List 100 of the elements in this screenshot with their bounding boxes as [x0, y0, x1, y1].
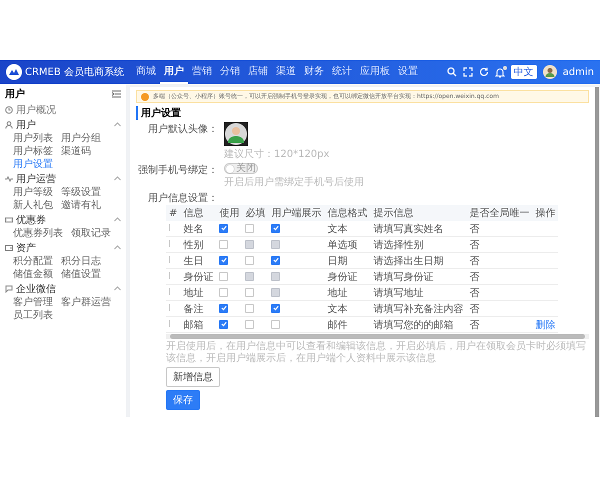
field-label: 强制手机号绑定：: [137, 164, 218, 178]
menu-item[interactable]: 客户群运营: [61, 295, 111, 308]
checkbox[interactable]: [219, 288, 228, 297]
checkbox[interactable]: [219, 272, 228, 281]
info-icon: [141, 92, 149, 100]
menu-item[interactable]: 等级设置: [61, 185, 101, 198]
nav-tab[interactable]: 用户: [160, 60, 188, 84]
language-tag[interactable]: 中文: [510, 65, 537, 79]
menu-item[interactable]: 领取记录: [71, 226, 111, 239]
checkbox[interactable]: [245, 256, 254, 265]
nav-tab[interactable]: 商城: [132, 60, 160, 84]
table-cell: 日期: [327, 256, 348, 266]
menu-group[interactable]: 企业微信: [5, 282, 121, 295]
menu-item[interactable]: 用户设置: [13, 157, 53, 170]
drag-handle-icon[interactable]: [169, 256, 171, 263]
hint-text: 开启后用户需绑定手机号后使用: [224, 176, 364, 189]
sidebar-title: 用户: [5, 87, 25, 101]
add-info-button[interactable]: 新增信息: [166, 367, 220, 387]
menu-group[interactable]: 用户: [5, 118, 121, 131]
checkbox[interactable]: [271, 256, 280, 265]
collapse-icon[interactable]: [112, 90, 121, 98]
search-icon[interactable]: [446, 67, 457, 77]
avatar-icon[interactable]: [224, 122, 248, 146]
column-header: 信息格式: [327, 208, 368, 219]
menu-item[interactable]: 用户等级: [13, 185, 53, 198]
table-cell: 请选择性别: [373, 240, 424, 250]
pulse-icon: [5, 174, 13, 182]
nav-tab[interactable]: 分销: [216, 60, 244, 84]
nav-tab[interactable]: 财务: [300, 60, 328, 84]
drag-handle-icon[interactable]: [169, 320, 171, 327]
checkbox[interactable]: [219, 240, 228, 249]
checkbox[interactable]: [271, 320, 280, 329]
checkbox[interactable]: [219, 224, 228, 233]
checkbox[interactable]: [219, 304, 228, 313]
caret-icon: [114, 176, 121, 181]
field-label: 用户默认头像：: [147, 122, 218, 137]
bell-icon[interactable]: [494, 66, 505, 78]
table-cell: 邮件: [327, 320, 348, 330]
menu-group[interactable]: 优惠券: [5, 213, 121, 226]
column-header: 是否全局唯一: [469, 208, 530, 219]
nav-tab[interactable]: 渠道: [272, 60, 300, 84]
column-header: 信息: [183, 208, 204, 219]
menu-group[interactable]: 用户运营: [5, 172, 121, 185]
drag-handle-icon[interactable]: [169, 272, 171, 279]
checkbox[interactable]: [245, 224, 254, 233]
hint-text: 开启使用后，在用户信息中可以查看和编辑该信息，开启必填后，用户在领取会员卡时必须填写该信息，开启用户端展示后，在用户端个人资料中展示该信息: [166, 341, 587, 364]
checkbox[interactable]: [219, 320, 228, 329]
menu-item[interactable]: 渠道码: [61, 144, 101, 157]
column-header: #: [169, 208, 178, 218]
checkbox[interactable]: [245, 320, 254, 329]
person-icon: [5, 120, 13, 128]
table-cell: 否: [469, 256, 480, 266]
menu-item[interactable]: 用户分组: [61, 131, 101, 144]
nav-tab[interactable]: 统计: [328, 60, 356, 84]
save-button[interactable]: 保存: [166, 390, 200, 410]
menu-item[interactable]: 优惠券列表: [13, 226, 63, 239]
table-cell: 地址: [327, 288, 348, 298]
table-cell: 姓名: [183, 224, 204, 234]
table-cell: 请填写身份证: [373, 272, 434, 282]
drag-handle-icon[interactable]: [169, 240, 171, 247]
nav-tab[interactable]: 营销: [188, 60, 216, 84]
checkbox[interactable]: [271, 304, 280, 313]
table-cell: 请填写补充备注内容: [373, 304, 464, 314]
checkbox[interactable]: [245, 304, 254, 313]
section-title: 用户设置: [136, 106, 589, 120]
menu-group[interactable]: 用户概况: [5, 103, 121, 116]
menu-item[interactable]: 积分日志: [61, 254, 101, 267]
drag-handle-icon[interactable]: [169, 288, 171, 295]
horizontal-scrollbar[interactable]: [166, 334, 589, 339]
menu-group[interactable]: 资产: [5, 241, 121, 254]
menu-item[interactable]: 用户列表: [13, 131, 53, 144]
table-cell: 否: [469, 240, 480, 250]
table-cell: 邮箱: [183, 320, 204, 330]
checkbox[interactable]: [271, 224, 280, 233]
vertical-scrollbar[interactable]: [595, 87, 600, 417]
caret-icon: [114, 217, 121, 222]
menu-item[interactable]: 储值设置: [61, 267, 101, 280]
column-header: 使用: [219, 208, 240, 219]
fullscreen-icon[interactable]: [462, 67, 473, 77]
menu-item[interactable]: 员工列表: [13, 308, 53, 321]
menu-item[interactable]: 新人礼包: [13, 198, 53, 211]
nav-tab[interactable]: 店铺: [244, 60, 272, 84]
nav-tab[interactable]: 设置: [394, 60, 422, 84]
username[interactable]: admin: [562, 66, 594, 78]
caret-icon: [114, 286, 121, 291]
menu-item[interactable]: 用户标签: [13, 144, 53, 157]
caret-icon: [114, 122, 121, 127]
checkbox[interactable]: [245, 288, 254, 297]
hint-text: 建议尺寸：120*120px: [224, 148, 330, 161]
menu-item[interactable]: 积分配置: [13, 254, 53, 267]
table-cell: 身份证: [183, 272, 214, 282]
checkbox[interactable]: [219, 256, 228, 265]
delete-link[interactable]: 删除: [535, 318, 556, 332]
drag-handle-icon[interactable]: [169, 304, 171, 311]
menu-item[interactable]: 邀请有礼: [61, 198, 101, 211]
menu-item[interactable]: 储值金额: [13, 267, 53, 280]
menu-item[interactable]: 客户管理: [13, 295, 53, 308]
drag-handle-icon[interactable]: [169, 224, 171, 231]
refresh-icon[interactable]: [478, 67, 489, 77]
nav-tab[interactable]: 应用板: [356, 60, 394, 84]
